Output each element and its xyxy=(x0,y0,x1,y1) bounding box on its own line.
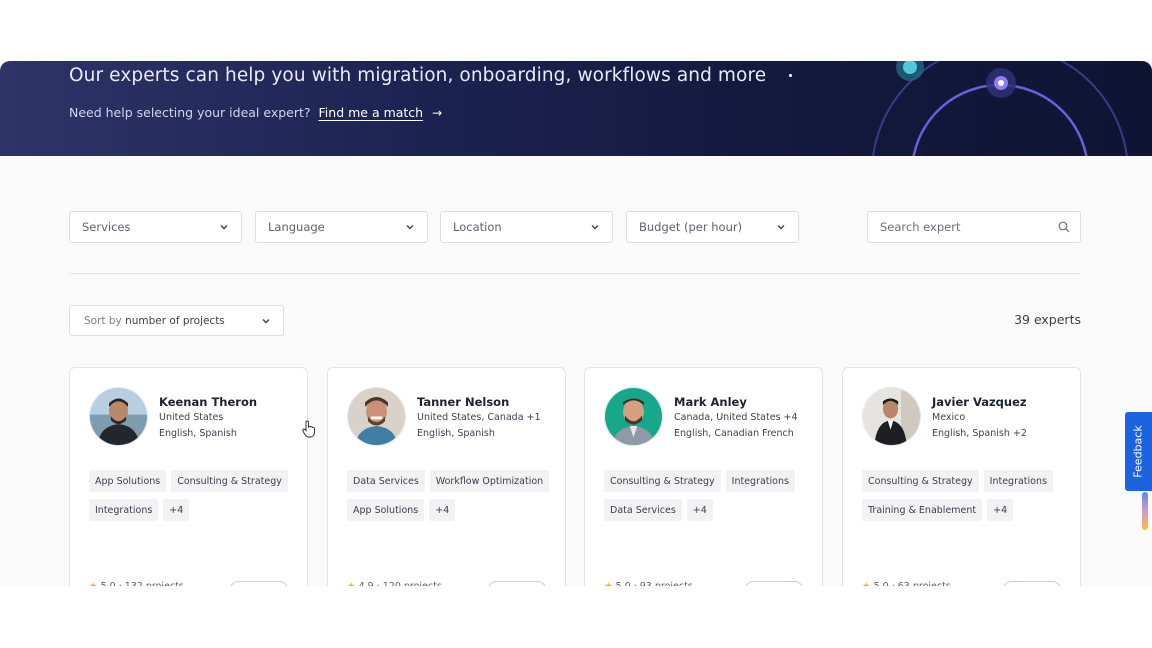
feedback-tab[interactable]: Feedback xyxy=(1125,412,1152,491)
expert-languages: English, Spanish +2 xyxy=(932,428,1027,439)
tag: Data Services xyxy=(347,470,425,492)
tag: Workflow Optimization xyxy=(429,470,550,492)
tag-more[interactable]: +4 xyxy=(429,499,456,521)
expert-name: Keenan Theron xyxy=(159,395,258,409)
chevron-down-icon xyxy=(777,225,785,230)
expert-tags: Consulting & Strategy Integrations Data … xyxy=(604,470,814,521)
tag: Integrations xyxy=(725,470,795,492)
language-dropdown-label: Language xyxy=(268,220,325,234)
expert-languages: English, Spanish xyxy=(159,428,237,439)
avatar xyxy=(604,387,663,446)
expert-card-keenan-theron[interactable]: Keenan Theron United States English, Spa… xyxy=(69,367,308,607)
hero-subtitle: Need help selecting your ideal expert? xyxy=(69,105,311,120)
tag: App Solutions xyxy=(347,499,425,521)
hero-title: Our experts can help you with migration,… xyxy=(69,65,767,86)
results-count: 39 experts xyxy=(1014,312,1081,327)
tag: Consulting & Strategy xyxy=(862,470,979,492)
expert-languages: English, Spanish xyxy=(417,428,495,439)
sort-dropdown[interactable]: Sort by number of projects xyxy=(69,305,284,336)
hero-star-dot xyxy=(789,74,792,77)
chevron-down-icon xyxy=(262,318,270,323)
expert-card-javier-vazquez[interactable]: Javier Vazquez Mexico English, Spanish +… xyxy=(842,367,1081,607)
filter-divider xyxy=(69,273,1081,274)
hero-subtitle-row: Need help selecting your ideal expert? F… xyxy=(69,105,442,120)
bottom-fade-overlay xyxy=(0,586,1152,648)
location-dropdown-label: Location xyxy=(453,220,502,234)
avatar xyxy=(862,387,921,446)
hand-cursor-icon xyxy=(302,420,315,438)
tag: App Solutions xyxy=(89,470,167,492)
sort-prefix: Sort by xyxy=(84,314,122,327)
services-dropdown-label: Services xyxy=(82,220,131,234)
budget-dropdown[interactable]: Budget (per hour) xyxy=(626,211,799,243)
expert-name: Tanner Nelson xyxy=(417,395,510,409)
top-bar xyxy=(0,0,1152,62)
expert-card-mark-anley[interactable]: Mark Anley Canada, United States +4 Engl… xyxy=(584,367,823,607)
sort-value: number of projects xyxy=(125,314,225,327)
sort-label: Sort by number of projects xyxy=(84,315,225,327)
expert-location: United States, Canada +1 xyxy=(417,412,541,423)
expert-card-tanner-nelson[interactable]: Tanner Nelson United States, Canada +1 E… xyxy=(327,367,566,607)
tag: Integrations xyxy=(983,470,1053,492)
arrow-right-icon: → xyxy=(432,106,443,120)
budget-dropdown-label: Budget (per hour) xyxy=(639,220,743,234)
expert-name: Mark Anley xyxy=(674,395,747,409)
location-dropdown[interactable]: Location xyxy=(440,211,613,243)
language-dropdown[interactable]: Language xyxy=(255,211,428,243)
chevron-down-icon xyxy=(220,225,228,230)
expert-tags: Consulting & Strategy Integrations Train… xyxy=(862,470,1072,521)
search-box xyxy=(867,211,1081,243)
expert-location: Canada, United States +4 xyxy=(674,412,798,423)
feedback-label: Feedback xyxy=(1132,425,1146,478)
tag-more[interactable]: +4 xyxy=(987,499,1014,521)
expert-location: Mexico xyxy=(932,412,966,423)
tag-more[interactable]: +4 xyxy=(163,499,190,521)
chevron-down-icon xyxy=(591,225,599,230)
avatar xyxy=(347,387,406,446)
avatar xyxy=(89,387,148,446)
filter-bar: Services Language Location Budget (per h… xyxy=(0,211,1152,243)
tag-more[interactable]: +4 xyxy=(686,499,713,521)
feedback-gradient-bar xyxy=(1142,492,1148,530)
find-match-link[interactable]: Find me a match xyxy=(319,105,424,120)
tag: Training & Enablement xyxy=(862,499,983,521)
expert-languages: English, Canadian French xyxy=(674,428,794,439)
expert-location: United States xyxy=(159,412,224,423)
chevron-down-icon xyxy=(406,225,414,230)
expert-tags: Data Services Workflow Optimization App … xyxy=(347,470,557,521)
expert-tags: App Solutions Consulting & Strategy Inte… xyxy=(89,470,299,521)
tag: Data Services xyxy=(604,499,682,521)
tag: Consulting & Strategy xyxy=(604,470,721,492)
page: Our experts can help you with migration,… xyxy=(0,0,1152,648)
expert-name: Javier Vazquez xyxy=(932,395,1027,409)
hero-banner: Our experts can help you with migration,… xyxy=(0,61,1152,156)
tag: Integrations xyxy=(89,499,159,521)
tag: Consulting & Strategy xyxy=(171,470,288,492)
services-dropdown[interactable]: Services xyxy=(69,211,242,243)
search-icon[interactable] xyxy=(1058,221,1070,233)
search-input[interactable] xyxy=(880,220,1040,234)
